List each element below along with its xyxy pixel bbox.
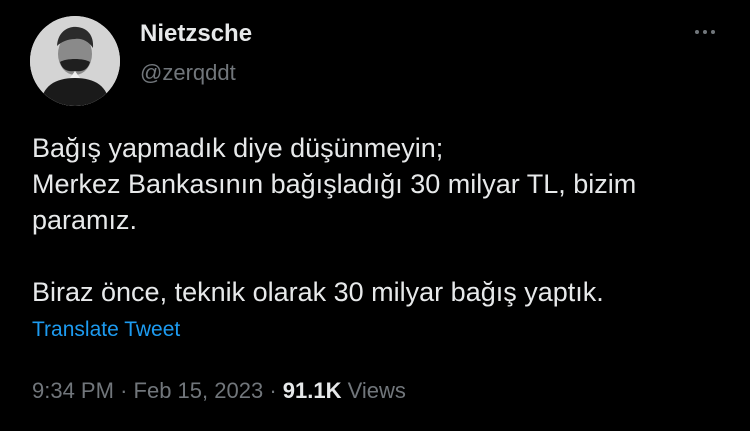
- author-handle[interactable]: @zerqddt: [140, 60, 236, 86]
- more-dot: [711, 30, 715, 34]
- avatar[interactable]: [30, 16, 120, 106]
- tweet-meta: 9:34 PM · Feb 15, 2023 · 91.1K Views: [32, 378, 406, 404]
- more-dot: [695, 30, 699, 34]
- views-label[interactable]: Views: [348, 378, 406, 403]
- tweet-time[interactable]: 9:34 PM: [32, 378, 114, 403]
- tweet-paragraph-2: Biraz önce, teknik olarak 30 milyar bağı…: [32, 277, 604, 307]
- portrait-avatar-icon: [30, 16, 120, 106]
- tweet-line: Merkez Bankasının bağışladığı 30 milyar …: [32, 169, 637, 235]
- meta-separator: ·: [120, 378, 128, 403]
- author-name[interactable]: Nietzsche: [140, 20, 252, 48]
- more-dots-icon[interactable]: [690, 22, 720, 42]
- tweet-text: Bağış yapmadık diye düşünmeyin; Merkez B…: [32, 130, 722, 310]
- tweet-line: Bağış yapmadık diye düşünmeyin;: [32, 133, 444, 163]
- views-count[interactable]: 91.1K: [283, 378, 342, 403]
- tweet-paragraph-1: Bağış yapmadık diye düşünmeyin; Merkez B…: [32, 130, 722, 238]
- translate-tweet-link[interactable]: Translate Tweet: [32, 318, 180, 342]
- tweet-date[interactable]: Feb 15, 2023: [134, 378, 264, 403]
- more-dot: [703, 30, 707, 34]
- meta-separator: ·: [269, 378, 277, 403]
